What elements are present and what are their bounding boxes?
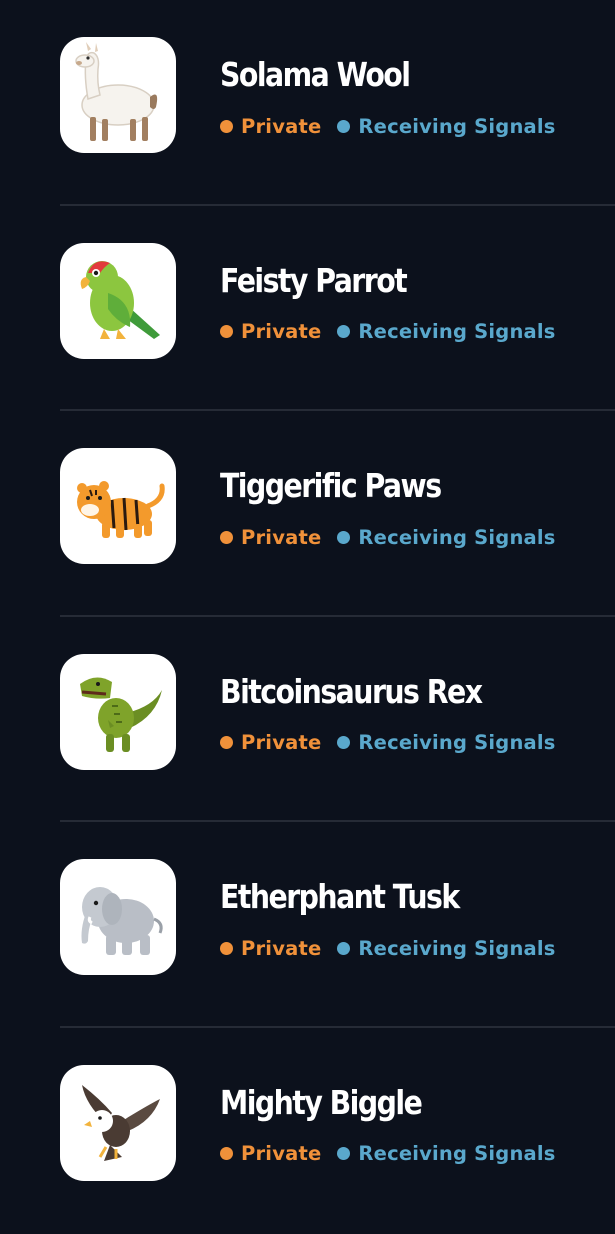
privacy-badge: Private [220, 320, 321, 343]
list-item[interactable]: Etherphant Tusk Private Receiving Signal… [0, 822, 615, 1028]
eagle-icon [82, 1084, 160, 1163]
privacy-label: Private [241, 936, 322, 960]
avatar [60, 37, 176, 153]
privacy-label: Private [241, 525, 322, 549]
signal-dot-icon [337, 119, 351, 133]
item-name: Bitcoinsaurus Rex [220, 671, 483, 711]
signal-label: Receiving Signals [358, 1142, 556, 1166]
signal-label: Receiving Signals [358, 525, 556, 549]
signal-label: Receiving Signals [358, 114, 556, 138]
item-status: Private Receiving Signals [220, 319, 556, 345]
private-dot-icon [220, 325, 233, 339]
privacy-label: Private [241, 1142, 322, 1166]
signal-dot-icon [337, 1147, 351, 1161]
avatar [60, 1064, 176, 1181]
privacy-badge: Private [220, 937, 321, 960]
parrot-icon [80, 260, 160, 339]
privacy-label: Private [241, 320, 322, 344]
privacy-badge: Private [220, 1142, 321, 1165]
list-item[interactable]: Solama Wool Private Receiving Signals [0, 0, 615, 206]
item-name: Etherphant Tusk [220, 877, 460, 917]
item-status: Private Receiving Signals [220, 730, 556, 756]
item-status: Private Receiving Signals [220, 524, 556, 550]
signal-badge: Receiving Signals [337, 526, 555, 549]
privacy-badge: Private [220, 526, 321, 549]
list-item[interactable]: Tiggerific Paws Private Receiving Signal… [0, 411, 615, 617]
signal-label: Receiving Signals [358, 936, 556, 960]
item-name: Mighty Biggle [220, 1082, 423, 1122]
signal-badge: Receiving Signals [337, 1142, 555, 1165]
privacy-label: Private [241, 731, 322, 755]
signal-badge: Receiving Signals [337, 320, 555, 343]
item-name: Solama Wool [220, 55, 411, 94]
item-status: Private Receiving Signals [220, 113, 556, 139]
privacy-badge: Private [220, 115, 321, 138]
avatar [60, 448, 176, 565]
list-item[interactable]: Bitcoinsaurus Rex Private Receiving Sign… [0, 617, 615, 823]
signal-dot-icon [337, 325, 351, 339]
elephant-icon [81, 887, 163, 956]
signal-dot-icon [337, 941, 351, 955]
private-dot-icon [220, 941, 233, 955]
item-status: Private Receiving Signals [220, 1141, 556, 1167]
privacy-badge: Private [220, 731, 321, 754]
llama-icon [75, 42, 158, 141]
t-rex-icon [80, 677, 162, 752]
item-name: Feisty Parrot [220, 260, 408, 300]
signal-dot-icon [337, 530, 351, 544]
private-dot-icon [220, 119, 233, 133]
tiger-icon [77, 481, 165, 539]
private-dot-icon [220, 736, 233, 750]
signal-dot-icon [337, 736, 351, 750]
agent-list: Solama Wool Private Receiving Signals Fe… [0, 0, 615, 1234]
list-item[interactable]: Mighty Biggle Private Receiving Signals [0, 1028, 615, 1234]
list-item[interactable]: Feisty Parrot Private Receiving Signals [0, 206, 615, 412]
signal-label: Receiving Signals [358, 320, 556, 344]
privacy-label: Private [241, 114, 322, 138]
signal-badge: Receiving Signals [337, 731, 555, 754]
item-status: Private Receiving Signals [220, 935, 556, 961]
signal-badge: Receiving Signals [337, 937, 555, 960]
avatar [60, 653, 176, 770]
avatar [60, 242, 176, 359]
private-dot-icon [220, 1147, 233, 1161]
signal-badge: Receiving Signals [337, 115, 555, 138]
item-name: Tiggerific Paws [220, 466, 442, 506]
signal-label: Receiving Signals [358, 731, 556, 755]
private-dot-icon [220, 530, 233, 544]
avatar [60, 859, 176, 976]
